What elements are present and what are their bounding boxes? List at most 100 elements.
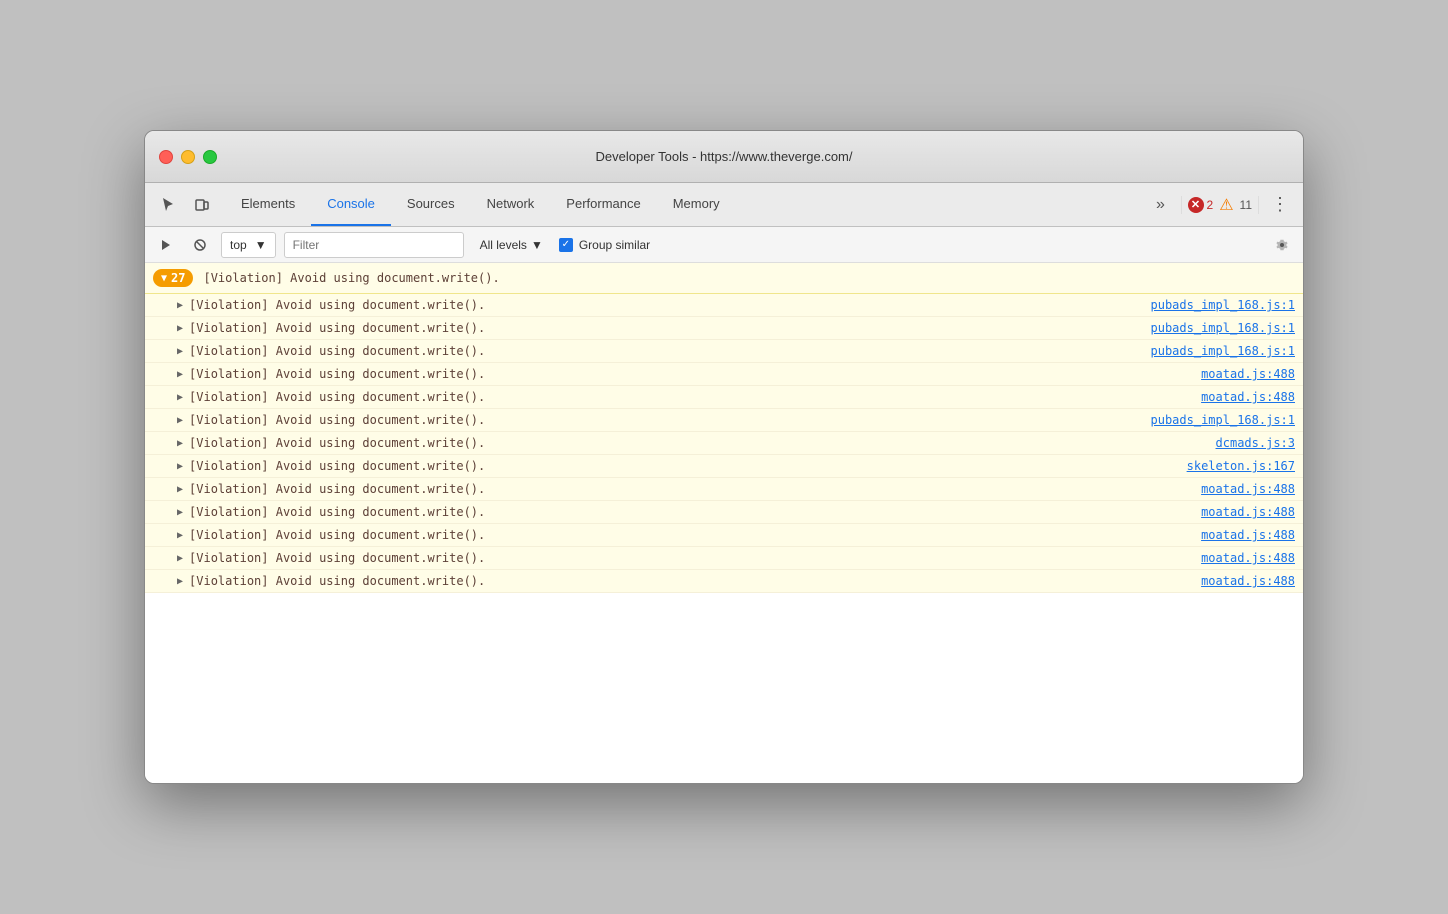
devtools-window: Developer Tools - https://www.theverge.c… xyxy=(144,130,1304,784)
execute-button[interactable] xyxy=(153,232,179,258)
console-row[interactable]: ▶ [Violation] Avoid using document.write… xyxy=(145,317,1303,340)
close-button[interactable] xyxy=(159,150,173,164)
console-row[interactable]: ▶ [Violation] Avoid using document.write… xyxy=(145,524,1303,547)
console-row[interactable]: ▶ [Violation] Avoid using document.write… xyxy=(145,363,1303,386)
error-icon: ✕ xyxy=(1188,197,1204,213)
clear-button[interactable] xyxy=(187,232,213,258)
console-output[interactable]: ▼ 27 [Violation] Avoid using document.wr… xyxy=(145,263,1303,783)
source-link[interactable]: skeleton.js:167 xyxy=(1187,459,1295,473)
console-row[interactable]: ▶ [Violation] Avoid using document.write… xyxy=(145,478,1303,501)
level-label: All levels xyxy=(480,238,527,252)
context-value: top xyxy=(230,238,247,252)
source-link[interactable]: moatad.js:488 xyxy=(1201,505,1295,519)
violation-text: [Violation] Avoid using document.write()… xyxy=(189,413,1150,427)
row-expand-arrow: ▶ xyxy=(177,369,183,380)
tabs: Elements Console Sources Network Perform… xyxy=(225,183,1147,226)
level-select[interactable]: All levels ▼ xyxy=(472,232,551,258)
source-link[interactable]: pubads_impl_168.js:1 xyxy=(1151,298,1296,312)
row-expand-arrow: ▶ xyxy=(177,300,183,311)
violation-text: [Violation] Avoid using document.write()… xyxy=(189,344,1150,358)
maximize-button[interactable] xyxy=(203,150,217,164)
violation-group-header[interactable]: ▼ 27 [Violation] Avoid using document.wr… xyxy=(145,263,1303,294)
source-link[interactable]: pubads_impl_168.js:1 xyxy=(1151,344,1296,358)
source-link[interactable]: moatad.js:488 xyxy=(1201,551,1295,565)
violation-text: [Violation] Avoid using document.write()… xyxy=(189,298,1150,312)
count-badge: ▼ 27 xyxy=(153,269,193,287)
console-row[interactable]: ▶ [Violation] Avoid using document.write… xyxy=(145,432,1303,455)
warning-icon: ⚠ xyxy=(1219,195,1233,215)
tabs-bar: Elements Console Sources Network Perform… xyxy=(145,183,1303,227)
console-row[interactable]: ▶ [Violation] Avoid using document.write… xyxy=(145,294,1303,317)
group-count: 27 xyxy=(171,271,185,285)
kebab-menu-button[interactable]: ⋮ xyxy=(1265,194,1295,215)
violation-text: [Violation] Avoid using document.write()… xyxy=(189,482,1201,496)
row-expand-arrow: ▶ xyxy=(177,438,183,449)
row-expand-arrow: ▶ xyxy=(177,323,183,334)
tabs-right: » ✕ 2 ⚠ 11 ⋮ xyxy=(1147,191,1296,219)
console-row[interactable]: ▶ [Violation] Avoid using document.write… xyxy=(145,409,1303,432)
row-expand-arrow: ▶ xyxy=(177,553,183,564)
console-row[interactable]: ▶ [Violation] Avoid using document.write… xyxy=(145,340,1303,363)
violation-text: [Violation] Avoid using document.write()… xyxy=(189,505,1201,519)
context-select[interactable]: top ▼ xyxy=(221,232,276,258)
console-row[interactable]: ▶ [Violation] Avoid using document.write… xyxy=(145,386,1303,409)
violation-text: [Violation] Avoid using document.write()… xyxy=(189,367,1201,381)
group-similar-label: Group similar xyxy=(579,238,650,252)
error-badge: ✕ 2 xyxy=(1188,197,1214,213)
console-rows-container: ▶ [Violation] Avoid using document.write… xyxy=(145,294,1303,593)
source-link[interactable]: moatad.js:488 xyxy=(1201,574,1295,588)
traffic-lights xyxy=(159,150,217,164)
row-expand-arrow: ▶ xyxy=(177,484,183,495)
row-expand-arrow: ▶ xyxy=(177,507,183,518)
tab-icons xyxy=(153,191,217,219)
violation-text: [Violation] Avoid using document.write()… xyxy=(189,321,1150,335)
source-link[interactable]: pubads_impl_168.js:1 xyxy=(1151,413,1296,427)
tab-network[interactable]: Network xyxy=(471,183,551,226)
group-similar-checkbox[interactable]: ✓ xyxy=(559,238,573,252)
window-title: Developer Tools - https://www.theverge.c… xyxy=(596,149,853,164)
tab-performance[interactable]: Performance xyxy=(550,183,656,226)
minimize-button[interactable] xyxy=(181,150,195,164)
source-link[interactable]: moatad.js:488 xyxy=(1201,528,1295,542)
violation-text: [Violation] Avoid using document.write()… xyxy=(189,551,1201,565)
warning-count: 11 xyxy=(1240,198,1252,212)
tab-console[interactable]: Console xyxy=(311,183,391,226)
console-toolbar: top ▼ All levels ▼ ✓ Group similar xyxy=(145,227,1303,263)
violation-text: [Violation] Avoid using document.write()… xyxy=(189,574,1201,588)
source-link[interactable]: moatad.js:488 xyxy=(1201,367,1295,381)
tab-memory[interactable]: Memory xyxy=(657,183,736,226)
source-link[interactable]: dcmads.js:3 xyxy=(1216,436,1295,450)
row-expand-arrow: ▶ xyxy=(177,530,183,541)
divider2 xyxy=(1258,196,1259,214)
row-expand-arrow: ▶ xyxy=(177,461,183,472)
violation-text: [Violation] Avoid using document.write()… xyxy=(189,528,1201,542)
console-row[interactable]: ▶ [Violation] Avoid using document.write… xyxy=(145,547,1303,570)
violation-text: [Violation] Avoid using document.write()… xyxy=(189,390,1201,404)
device-icon[interactable] xyxy=(187,191,217,219)
more-tabs-button[interactable]: » xyxy=(1147,191,1175,219)
console-row[interactable]: ▶ [Violation] Avoid using document.write… xyxy=(145,570,1303,593)
group-similar-toggle[interactable]: ✓ Group similar xyxy=(559,238,650,252)
violation-text: [Violation] Avoid using document.write()… xyxy=(189,436,1215,450)
level-dropdown-arrow: ▼ xyxy=(531,238,543,252)
console-settings-button[interactable] xyxy=(1269,232,1295,258)
title-bar: Developer Tools - https://www.theverge.c… xyxy=(145,131,1303,183)
tab-elements[interactable]: Elements xyxy=(225,183,311,226)
row-expand-arrow: ▶ xyxy=(177,576,183,587)
tab-sources[interactable]: Sources xyxy=(391,183,471,226)
row-expand-arrow: ▶ xyxy=(177,346,183,357)
row-expand-arrow: ▶ xyxy=(177,415,183,426)
console-row[interactable]: ▶ [Violation] Avoid using document.write… xyxy=(145,501,1303,524)
error-count: 2 xyxy=(1207,198,1214,212)
filter-input[interactable] xyxy=(284,232,464,258)
source-link[interactable]: moatad.js:488 xyxy=(1201,390,1295,404)
source-link[interactable]: moatad.js:488 xyxy=(1201,482,1295,496)
context-dropdown-arrow: ▼ xyxy=(255,238,267,252)
console-row[interactable]: ▶ [Violation] Avoid using document.write… xyxy=(145,455,1303,478)
violation-text: [Violation] Avoid using document.write()… xyxy=(189,459,1187,473)
divider xyxy=(1181,196,1182,214)
cursor-icon[interactable] xyxy=(153,191,183,219)
row-expand-arrow: ▶ xyxy=(177,392,183,403)
group-header-text: [Violation] Avoid using document.write()… xyxy=(203,271,1295,285)
source-link[interactable]: pubads_impl_168.js:1 xyxy=(1151,321,1296,335)
